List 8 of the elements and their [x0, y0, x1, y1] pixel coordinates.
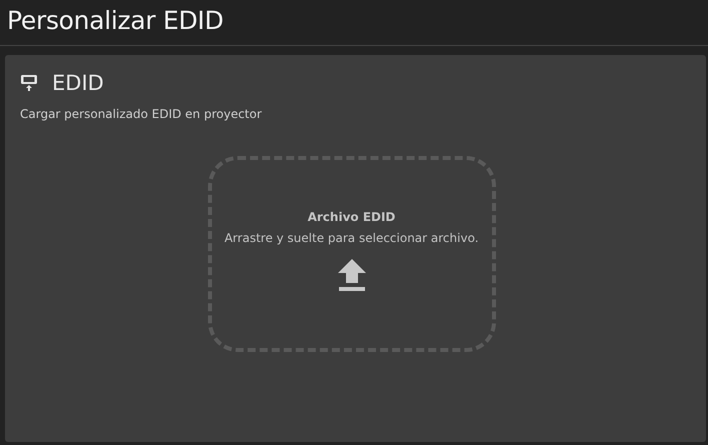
upload-icon: [338, 259, 366, 291]
card-title: EDID: [52, 71, 104, 95]
file-drop-zone[interactable]: Archivo EDID Arrastre y suelte para seleccionar archivo.: [208, 156, 496, 352]
monitor-upload-icon: [20, 74, 38, 92]
drop-zone-label: Archivo EDID: [308, 210, 396, 224]
drop-zone-hint: Arrastre y suelte para seleccionar archivo.: [224, 231, 479, 245]
page-title: Personalizar EDID: [6, 5, 224, 37]
card-description: Cargar personalizado EDID en proyector: [20, 107, 263, 121]
